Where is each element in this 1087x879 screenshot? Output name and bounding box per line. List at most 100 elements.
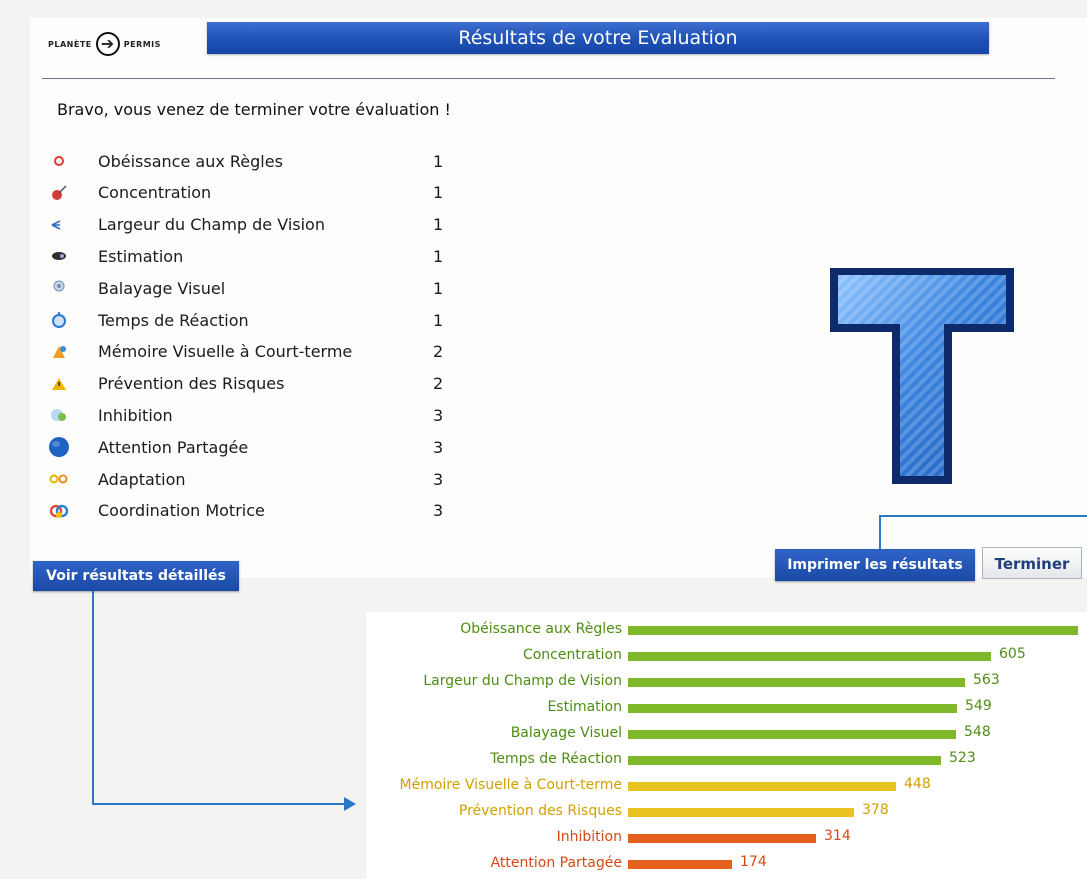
result-row: Obéissance aux Règles 1 (48, 148, 453, 174)
result-level: 3 (433, 405, 444, 425)
chart-bar-row: Largeur du Champ de Vision 563 (366, 672, 1087, 694)
result-level: 1 (433, 246, 444, 266)
globe-icon (48, 436, 70, 458)
scanning-person-icon (48, 277, 70, 299)
chart-value-label: 549 (965, 698, 992, 714)
page-title: Résultats de votre Evaluation (207, 22, 989, 54)
warning-icon (48, 373, 70, 395)
chart-category-label: Temps de Réaction (490, 751, 622, 767)
result-level: 1 (433, 278, 444, 298)
chart-value-label: 563 (973, 672, 1000, 688)
result-row: Concentration 1 (48, 180, 453, 206)
result-label: Coordination Motrice (98, 501, 265, 521)
chart-bar (628, 756, 941, 765)
chart-value-label: 174 (740, 854, 767, 870)
result-level: 1 (433, 310, 444, 330)
result-row: Estimation 1 (48, 243, 453, 269)
intro-message: Bravo, vous venez de terminer votre éval… (57, 100, 451, 119)
result-level: 2 (433, 342, 444, 362)
chart-bar-row: Prévention des Risques 378 (366, 802, 1087, 824)
chart-value-label: 523 (949, 750, 976, 766)
result-level: 1 (433, 215, 444, 235)
inhibition-icon (48, 404, 70, 426)
print-connector-line (879, 515, 1087, 517)
logo-text-left: PLANÈTE (48, 39, 92, 49)
chart-bar-row: Estimation 549 (366, 698, 1087, 720)
chart-category-label: Prévention des Risques (458, 803, 622, 819)
chart-category-label: Balayage Visuel (510, 725, 622, 741)
chart-bar (628, 730, 956, 739)
title-divider (42, 78, 1055, 79)
chart-bar (628, 782, 896, 791)
chart-bar (628, 808, 854, 817)
chart-value-label: 448 (904, 776, 931, 792)
chart-category-label: Largeur du Champ de Vision (423, 673, 622, 689)
chart-bar-row: Mémoire Visuelle à Court-terme 448 (366, 776, 1087, 798)
result-label: Estimation (98, 246, 184, 266)
adaptation-dots-icon (48, 468, 70, 490)
result-row: Largeur du Champ de Vision 1 (48, 212, 453, 238)
chart-value-label: 605 (999, 646, 1026, 662)
coordination-icon (48, 500, 70, 522)
finish-button[interactable]: Terminer (982, 547, 1082, 579)
print-results-button[interactable]: Imprimer les résultats (775, 549, 975, 581)
detail-connector-line-horizontal (92, 803, 346, 805)
result-label: Prévention des Risques (98, 374, 285, 394)
chart-category-label: Attention Partagée (490, 855, 622, 871)
result-label: Adaptation (98, 469, 186, 489)
big-t-graphic (830, 268, 1014, 484)
chart-bar (628, 704, 957, 713)
chart-bar-row: Balayage Visuel 548 (366, 724, 1087, 746)
result-row: Mémoire Visuelle à Court-terme 2 (48, 339, 453, 365)
result-level: 3 (433, 501, 444, 521)
arrow-right-icon: ➔ (95, 32, 120, 56)
chart-value-label: 314 (824, 828, 851, 844)
result-row: Attention Partagée 3 (48, 434, 453, 460)
result-level: 1 (433, 151, 444, 171)
chart-bar (628, 652, 991, 661)
chart-category-label: Mémoire Visuelle à Court-terme (399, 777, 622, 793)
stopwatch-icon (48, 309, 70, 331)
dart-icon (48, 182, 70, 204)
car-estimation-icon (48, 245, 70, 267)
chart-bar-row: Obéissance aux Règles751 (366, 620, 1087, 642)
result-level: 3 (433, 469, 444, 489)
memory-icon (48, 341, 70, 363)
result-label: Obéissance aux Règles (98, 151, 283, 171)
arrow-right-icon (344, 797, 356, 811)
view-detailed-results-button[interactable]: Voir résultats détaillés (33, 561, 239, 591)
chart-category-label: Concentration (522, 647, 622, 663)
logo-text-right: PERMIS (123, 39, 161, 49)
chart-value-label: 548 (964, 724, 991, 740)
chart-bar (628, 834, 816, 843)
chart-bar-row: Temps de Réaction 523 (366, 750, 1087, 772)
chart-bar (628, 678, 965, 687)
eye-rays-icon (48, 214, 70, 236)
result-row: Temps de Réaction 1 (48, 307, 453, 333)
result-label: Inhibition (98, 405, 173, 425)
chart-bar-row: Attention Partagée 174 (366, 854, 1087, 876)
chart-bar-row: Inhibition 314 (366, 828, 1087, 850)
result-label: Largeur du Champ de Vision (98, 215, 325, 235)
result-label: Concentration (98, 183, 212, 203)
chart-value-label: 378 (862, 802, 889, 818)
red-ring-icon (48, 150, 70, 172)
result-row: Balayage Visuel 1 (48, 275, 453, 301)
chart-category-label: Inhibition (556, 829, 622, 845)
result-level: 1 (433, 183, 444, 203)
chart-category-label: Estimation (547, 699, 622, 715)
chart-bar (628, 860, 732, 869)
result-level: 2 (433, 374, 444, 394)
chart-bar (628, 626, 1078, 635)
detail-connector-line (92, 591, 94, 805)
result-label: Temps de Réaction (98, 310, 249, 330)
chart-category-label: Obéissance aux Règles (460, 621, 622, 637)
result-level: 3 (433, 437, 444, 457)
result-label: Mémoire Visuelle à Court-terme (98, 342, 353, 362)
result-row: Adaptation 3 (48, 466, 453, 492)
chart-bar-row: Concentration 605 (366, 646, 1087, 668)
result-row: Prévention des Risques 2 (48, 371, 453, 397)
result-label: Attention Partagée (98, 437, 249, 457)
result-label: Balayage Visuel (98, 278, 226, 298)
result-row: Inhibition 3 (48, 402, 453, 428)
